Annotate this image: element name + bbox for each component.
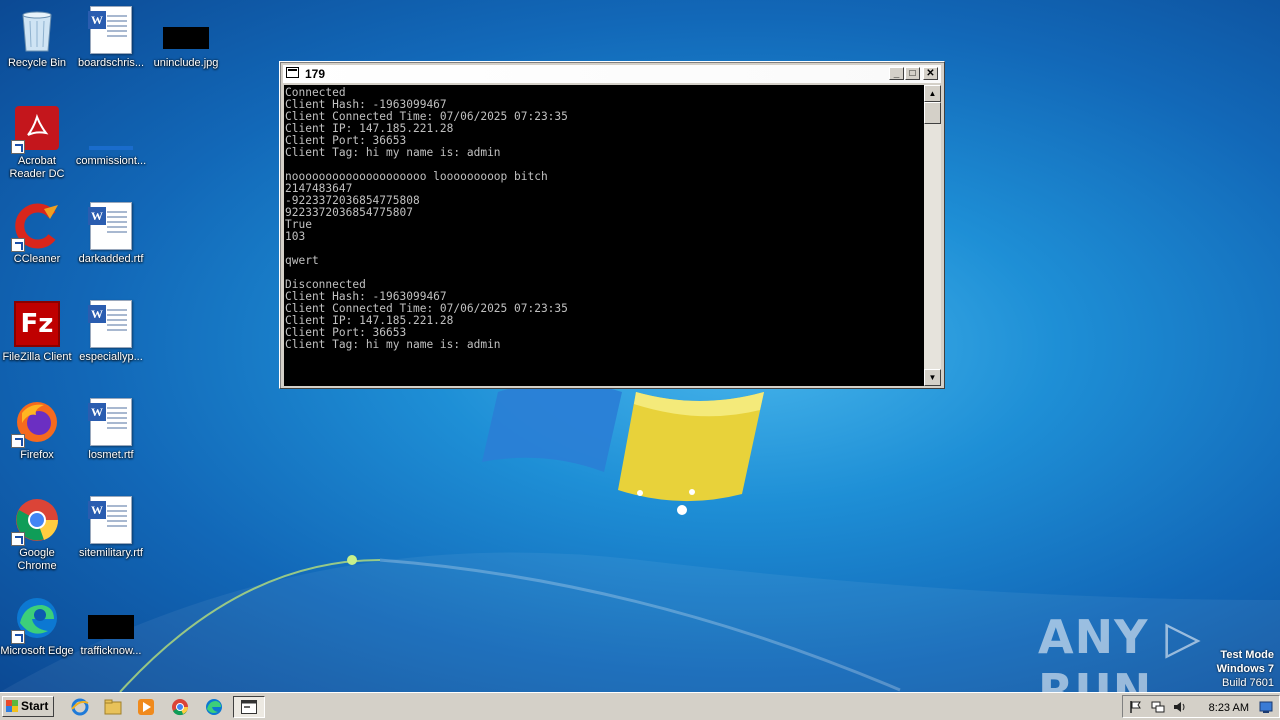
maximize-button[interactable]: □ [905, 67, 920, 80]
minimize-button[interactable]: _ [889, 67, 904, 80]
recycle-bin-icon [13, 6, 61, 54]
scroll-up-button[interactable]: ▲ [924, 85, 941, 102]
desktop-icon-sitemilitary[interactable]: W sitemilitary.rtf [74, 496, 148, 560]
test-mode-label: Test Mode [1220, 649, 1274, 661]
close-button[interactable]: ✕ [923, 67, 938, 80]
desktop-icon-label: boardschris... [77, 57, 145, 69]
image-file-icon [87, 594, 135, 642]
firefox-icon [11, 398, 61, 448]
console-taskbar-button[interactable] [233, 696, 265, 718]
image-file-icon [162, 6, 210, 54]
desktop-icon-label: especiallyp... [79, 351, 143, 363]
console-titlebar[interactable]: 179 _ □ ✕ [283, 65, 941, 83]
console-window-icon [286, 67, 299, 78]
desktop-icon-especiallyp[interactable]: W especiallyp... [74, 300, 148, 364]
word-document-icon: W [87, 300, 135, 348]
desktop-icon-trafficknow[interactable]: trafficknow... [74, 594, 148, 658]
scroll-down-button[interactable]: ▼ [924, 369, 941, 386]
desktop-icon-label: sitemilitary.rtf [79, 547, 143, 559]
word-document-icon: W [87, 202, 135, 250]
desktop-icon-recycle-bin[interactable]: Recycle Bin [0, 6, 74, 70]
desktop-icon-label: Microsoft Edge [0, 645, 74, 657]
filezilla-icon: Fz [13, 300, 61, 348]
start-label: Start [21, 699, 49, 713]
desktop-icon-acrobat[interactable]: Acrobat Reader DC [0, 104, 74, 181]
desktop-icon-commissiont[interactable]: commissiont... [74, 104, 148, 168]
desktop-icon-label: losmet.rtf [88, 449, 134, 461]
desktop-icon-label: Google Chrome [17, 547, 57, 572]
edge-icon [11, 594, 61, 644]
internet-explorer-icon[interactable] [70, 697, 90, 717]
console-scrollbar[interactable]: ▲ ▼ [924, 85, 941, 386]
network-icon[interactable] [1151, 700, 1165, 714]
desktop-icon-firefox[interactable]: Firefox [0, 398, 74, 462]
desktop-icon-label: darkadded.rtf [78, 253, 144, 265]
build-label: Build 7601 [1222, 677, 1274, 689]
console-title: 179 [305, 67, 326, 81]
desktop-icon-label: commissiont... [75, 155, 147, 167]
desktop-icon-uninclude[interactable]: uninclude.jpg [149, 6, 223, 70]
os-label: Windows 7 [1216, 663, 1274, 675]
console-taskbar-icon [241, 700, 257, 714]
windows-logo-icon [6, 700, 18, 712]
chrome-taskbar-icon[interactable] [170, 697, 190, 717]
desktop-icon-ccleaner[interactable]: CCleaner [0, 202, 74, 266]
scroll-thumb[interactable] [924, 102, 941, 124]
word-document-icon: W [87, 398, 135, 446]
chrome-icon [11, 496, 61, 546]
desktop-icon-label: CCleaner [13, 253, 61, 265]
desktop-icon-label: FileZilla Client [2, 351, 72, 363]
desktop-icon-label: uninclude.jpg [153, 57, 219, 69]
desktop-icon-label: Acrobat Reader DC [9, 155, 65, 180]
console-output[interactable]: Connected Client Hash: -1963099467 Clien… [284, 85, 924, 386]
word-document-icon: W [87, 6, 135, 54]
desktop-icon-label: Recycle Bin [7, 57, 67, 69]
desktop-icon-darkadded[interactable]: W darkadded.rtf [74, 202, 148, 266]
desktop-icon-boardschris[interactable]: W boardschris... [74, 6, 148, 70]
console-window[interactable]: 179 _ □ ✕ Connected Client Hash: -196309… [279, 61, 945, 389]
desktop-icon-label: Firefox [20, 449, 54, 461]
show-desktop-icon[interactable] [1259, 700, 1273, 714]
system-tray: 8:23 AM [1122, 695, 1280, 718]
action-center-flag-icon[interactable] [1129, 700, 1143, 714]
test-mode-notice: Test Mode Windows 7 Build 7601 [1217, 648, 1274, 690]
desktop-icon-label: trafficknow... [80, 645, 142, 657]
desktop-icon-edge[interactable]: Microsoft Edge [0, 594, 74, 658]
word-document-icon: W [87, 496, 135, 544]
taskbar-clock[interactable]: 8:23 AM [1209, 702, 1249, 714]
desktop-icon-losmet[interactable]: W losmet.rtf [74, 398, 148, 462]
desktop-icon-filezilla[interactable]: Fz FileZilla Client [0, 300, 74, 364]
file-explorer-icon[interactable] [103, 697, 123, 717]
volume-icon[interactable] [1173, 700, 1187, 714]
edge-taskbar-icon[interactable] [204, 697, 224, 717]
media-player-icon[interactable] [136, 697, 156, 717]
start-button[interactable]: Start [2, 696, 54, 717]
acrobat-icon [11, 104, 61, 154]
taskbar: Start 8:23 AM [0, 692, 1280, 720]
desktop-icon-chrome[interactable]: Google Chrome [0, 496, 74, 573]
console-text: Connected Client Hash: -1963099467 Clien… [285, 86, 568, 351]
ccleaner-icon [11, 202, 61, 252]
file-icon [87, 104, 135, 152]
